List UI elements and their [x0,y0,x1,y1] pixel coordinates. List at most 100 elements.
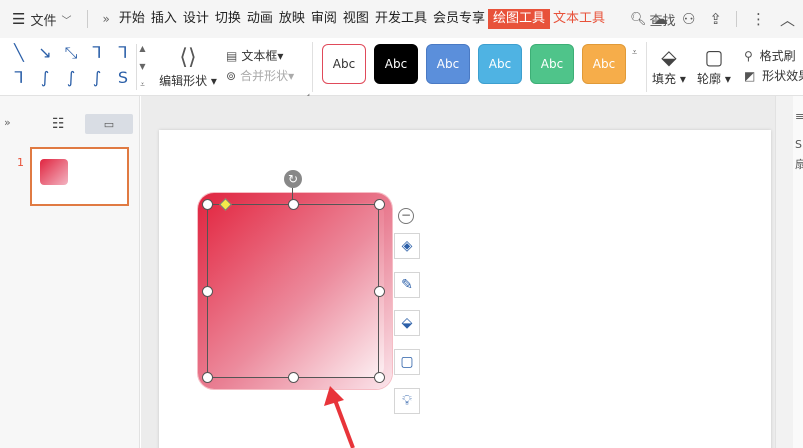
right-task-panel: ≡ S 扇 [793,96,803,448]
tab-design[interactable]: 设计 [180,9,212,29]
outline-label: 轮廓 [697,72,722,86]
shape-style-swatch[interactable]: Abc [426,44,470,84]
style-gallery-expand-icon[interactable]: ⩡ [632,48,637,58]
curved-connector-icon[interactable]: ∫ [34,67,56,89]
textbox-group: ▤ 文本框 ▾ ⊚ 合并形状 ▾ [226,46,294,86]
collapse-toolbar-icon[interactable]: − [398,208,414,224]
format-painter-button[interactable]: ⚲ 格式刷 [744,46,803,66]
expand-more-icon[interactable]: » [96,12,115,26]
textbox-label: 文本框 [241,49,278,63]
chevron-down-icon: ﹀ [61,15,72,27]
tab-drawing-tools[interactable]: 绘图工具 [487,9,550,29]
shape-effect-label: 形状效果 [762,69,803,83]
brush-icon[interactable]: ✎ [394,272,420,298]
edit-shape-icon: ⟨⟩ [179,45,197,70]
format-painter-label: 格式刷 [759,49,796,63]
edit-shape-button[interactable]: ⟨⟩ 编辑形状 ▾ [158,44,218,89]
freeform-curve-icon[interactable]: S [112,67,134,89]
search-icon: 🔍︎ [630,11,647,27]
shape-gallery-scroll[interactable]: ▲ ▼ ⩡ [136,44,148,90]
drawing-tools-ribbon: ╲ ↘ ⤡ ⅂ ⅂ ⅂ ∫ ∫ ∫ S ▲ ▼ ⩡ ⟨⟩ 编辑形状 ▾ ▤ 文本… [0,38,803,100]
shape-style-swatch[interactable]: Abc [322,44,366,84]
merge-shape-button[interactable]: ⊚ 合并形状 ▾ [226,66,294,86]
ribbon-divider [646,42,647,92]
tab-insert[interactable]: 插入 [148,9,180,29]
resize-handle-bottom[interactable] [288,372,299,383]
double-arrow-shape-icon[interactable]: ⤡ [60,42,82,64]
canvas-scrollbar[interactable] [775,96,793,448]
scroll-down-icon[interactable]: ▼ [139,62,145,71]
tab-transition[interactable]: 切换 [212,9,244,29]
tab-animation[interactable]: 动画 [244,9,276,29]
resize-handle-top[interactable] [288,199,299,210]
tab-member[interactable]: 会员专享 [430,9,488,29]
outline-button[interactable]: ▢ 轮廓 ▾ [697,44,731,87]
collapse-ribbon-icon[interactable]: ︿ [780,9,795,30]
shape-effect-button[interactable]: ◩ 形状效果 [744,66,803,86]
scroll-up-icon[interactable]: ▲ [139,44,145,53]
curved-arrow-icon[interactable]: ∫ [60,67,82,89]
outline-view-icon[interactable]: ☷ [52,116,65,132]
elbow-double-arrow-icon[interactable]: ⅂ [8,67,30,89]
panel-label-top: S [795,138,802,151]
annotation-arrow-icon [324,386,355,448]
slide-thumbnail[interactable] [30,147,129,206]
layers-icon[interactable]: ◈ [394,233,420,259]
textbox-button[interactable]: ▤ 文本框 ▾ [226,46,294,66]
menu-divider [87,10,89,28]
expand-gallery-icon[interactable]: ⩡ [140,80,145,90]
tab-home[interactable]: 开始 [116,9,148,29]
hamburger-icon: ☰ [12,10,26,28]
share-user-icon[interactable]: ⚇ [682,10,695,28]
outline-icon: ▢ [704,45,724,69]
format-painter-icon: ⚲ [744,49,753,63]
fill-button[interactable]: ⬙ 填充 ▾ [652,44,686,87]
share-export-icon[interactable]: ⇪ [709,10,722,28]
shape-style-swatch[interactable]: Abc [530,44,574,84]
fill-label: 填充 [652,72,677,86]
rotate-handle-icon[interactable]: ↻ [284,170,302,188]
elbow-connector-icon[interactable]: ⅂ [86,42,108,64]
resize-handle-bottom-left[interactable] [202,372,213,383]
selection-frame [207,204,379,378]
more-options-icon[interactable]: ⋮ [751,10,766,28]
shape-style-swatch[interactable]: Abc [478,44,522,84]
resize-handle-top-right[interactable] [374,199,385,210]
ribbon-divider [312,42,313,92]
paint-bucket-icon: ⬙ [661,45,677,69]
ribbon-tabs: 开始 插入 设计 切换 动画 放映 审阅 视图 开发工具 会员专享 绘图工具 文… [116,0,608,38]
slide-view-icon: ▭ [103,117,115,131]
slide-panel: » ☷ ▭ 1 [0,96,140,448]
slide-view-toggle[interactable]: ▭ [85,114,133,134]
resize-handle-right[interactable] [374,286,385,297]
chevron-down-icon: ▾ [288,69,295,83]
resize-handle-left[interactable] [202,286,213,297]
shape-style-swatch[interactable]: Abc [582,44,626,84]
merge-shape-icon: ⊚ [226,69,237,83]
textbox-icon: ▤ [226,49,238,63]
tab-view[interactable]: 视图 [340,9,372,29]
line-shape-icon[interactable]: ╲ [8,42,30,64]
lightbulb-icon[interactable]: 💡︎ [394,388,420,414]
panel-collapse-icon[interactable]: ≡ [795,110,803,123]
cloud-sync-icon[interactable]: ☁ [653,10,668,28]
resize-handle-top-left[interactable] [202,199,213,210]
shape-gallery: ╲ ↘ ⤡ ⅂ ⅂ ⅂ ∫ ∫ ∫ S [8,42,134,92]
tab-slideshow[interactable]: 放映 [276,9,308,29]
shape-effect-icon: ◩ [744,69,756,83]
thumbnail-shape-preview [40,159,68,185]
file-menu-button[interactable]: ☰ 文件 ﹀ [0,0,79,38]
collapse-panel-icon[interactable]: » [4,116,11,129]
curved-double-arrow-icon[interactable]: ∫ [86,67,108,89]
fill-bucket-icon[interactable]: ⬙ [394,310,420,336]
tab-developer[interactable]: 开发工具 [372,9,430,29]
tab-review[interactable]: 审阅 [308,9,340,29]
shape-style-swatch[interactable]: Abc [374,44,418,84]
panel-label-mid: 扇 [795,158,803,171]
resize-handle-bottom-right[interactable] [374,372,385,383]
outline-frame-icon[interactable]: ▢ [394,349,420,375]
tab-text-tools[interactable]: 文本工具 [550,9,608,29]
window-actions: ☁ ⚇ ⇪ ⋮ ︿ [653,0,795,38]
arrow-line-shape-icon[interactable]: ↘ [34,42,56,64]
elbow-arrow-icon[interactable]: ⅂ [112,42,134,64]
